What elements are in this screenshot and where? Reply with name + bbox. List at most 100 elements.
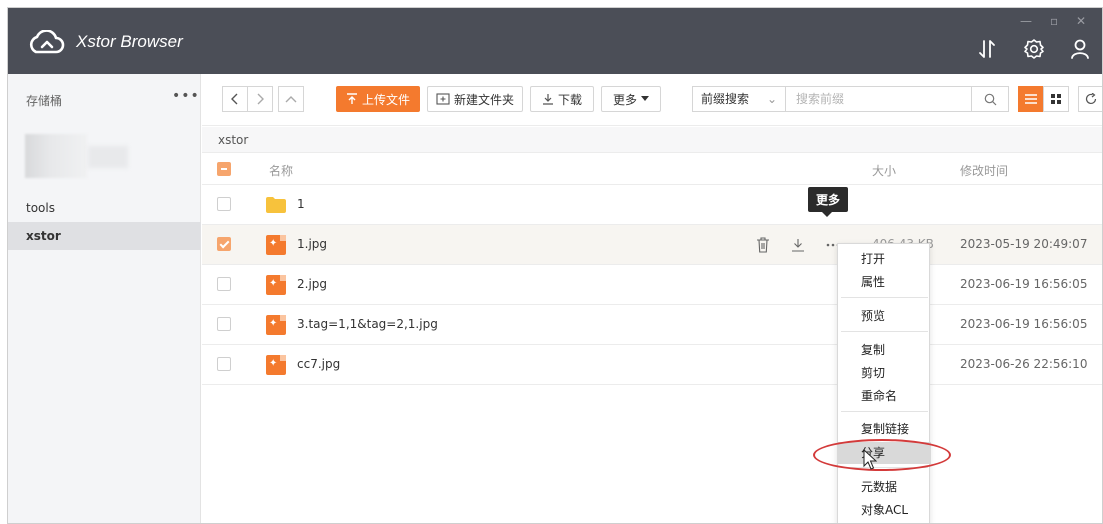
blurred-bucket-item-2: [88, 146, 128, 168]
file-name[interactable]: cc7.jpg: [297, 357, 340, 371]
new-folder-label: 新建文件夹: [453, 92, 514, 107]
menu-item-properties[interactable]: 属性: [838, 271, 931, 293]
search-icon: [984, 93, 996, 105]
table-row[interactable]: ✦ 3.tag=1,1&tag=2,1.jpg 2023-06-19 16:56…: [202, 305, 1102, 345]
table-row[interactable]: ✦ 1.jpg 406.43 KB 2023-05-19 20:49:07: [202, 225, 1102, 265]
menu-separator: [841, 331, 928, 332]
table-row[interactable]: 1: [202, 185, 1102, 225]
app-window: Xstor Browser — ▫ ✕ 存储桶 ••• tools xstor: [7, 7, 1103, 524]
refresh-icon: [1085, 93, 1097, 105]
sidebar-more-button[interactable]: •••: [172, 88, 200, 104]
search-button[interactable]: [971, 86, 1009, 112]
toolbar: 上传文件 新建文件夹 下载 更多 前缀搜索 ⌄: [202, 74, 1102, 126]
file-modified: 2023-06-19 16:56:05: [960, 277, 1088, 291]
search-mode-value: 前缀搜索: [701, 92, 750, 106]
select-all-checkbox[interactable]: [217, 162, 231, 176]
menu-item-open[interactable]: 打开: [838, 248, 931, 270]
file-image-icon: ✦: [266, 275, 286, 295]
close-button[interactable]: ✕: [1076, 14, 1086, 28]
chevron-right-icon: [257, 93, 264, 105]
mouse-cursor-icon: [863, 449, 877, 470]
menu-item-copy-link[interactable]: 复制链接: [838, 418, 931, 440]
upload-icon: [346, 93, 357, 104]
cloud-logo-icon: [29, 30, 65, 54]
column-header-modified[interactable]: 修改时间: [960, 162, 1008, 179]
menu-item-copy[interactable]: 复制: [838, 339, 931, 361]
delete-button[interactable]: [754, 236, 772, 254]
file-image-icon: ✦: [266, 315, 286, 335]
file-name[interactable]: 1.jpg: [297, 237, 327, 251]
up-button[interactable]: [278, 86, 304, 112]
upload-file-button[interactable]: 上传文件: [336, 86, 420, 112]
blurred-bucket-item: [25, 134, 87, 178]
more-dropdown-label: 更多: [612, 92, 637, 107]
maximize-button[interactable]: ▫: [1050, 14, 1058, 28]
download-icon: [542, 94, 553, 105]
user-icon[interactable]: [1069, 38, 1091, 60]
more-dropdown-button[interactable]: 更多: [601, 86, 661, 112]
row-download-button[interactable]: [789, 236, 807, 254]
grid-view-button[interactable]: [1043, 86, 1069, 112]
trash-icon: [757, 237, 769, 253]
file-name[interactable]: 1: [297, 197, 305, 211]
menu-item-cut[interactable]: 剪切: [838, 362, 931, 384]
download-icon: [792, 239, 804, 252]
sidebar: 存储桶 ••• tools xstor: [8, 74, 201, 523]
file-modified: 2023-06-26 22:56:10: [960, 357, 1088, 371]
minimize-button[interactable]: —: [1020, 14, 1032, 28]
table-row[interactable]: ✦ cc7.jpg 2023-06-26 22:56:10: [202, 345, 1102, 385]
search-input[interactable]: [785, 86, 972, 112]
download-button[interactable]: 下载: [530, 86, 594, 112]
row-checkbox[interactable]: [217, 237, 231, 251]
download-label: 下载: [557, 92, 582, 107]
list-view-icon: [1025, 94, 1037, 104]
column-header-size[interactable]: 大小: [872, 162, 896, 179]
menu-item-metadata[interactable]: 元数据: [838, 476, 931, 498]
back-button[interactable]: [222, 86, 248, 112]
menu-item-preview[interactable]: 预览: [838, 305, 931, 327]
row-checkbox[interactable]: [217, 277, 231, 291]
context-menu: 打开 属性 预览 复制 剪切 重命名 复制链接 分享 元数据 对象ACL: [837, 243, 931, 523]
view-toggle-group: [1018, 86, 1069, 112]
folder-icon: [266, 197, 286, 213]
new-folder-icon: [436, 93, 450, 105]
chevron-left-icon: [231, 93, 238, 105]
nav-group: [222, 86, 304, 112]
chevron-down-icon: ⌄: [766, 92, 777, 106]
file-name[interactable]: 2.jpg: [297, 277, 327, 291]
annotation-highlight: [813, 439, 951, 471]
file-modified: 2023-05-19 20:49:07: [960, 237, 1088, 251]
grid-view-icon: [1051, 94, 1061, 104]
refresh-button[interactable]: [1078, 86, 1102, 112]
more-tooltip: 更多: [808, 187, 849, 217]
app-title: Xstor Browser: [76, 32, 183, 51]
menu-separator: [841, 411, 928, 412]
menu-separator: [841, 297, 928, 298]
sidebar-item-xstor[interactable]: xstor: [8, 222, 201, 250]
row-checkbox[interactable]: [217, 197, 231, 211]
upload-file-label: 上传文件: [361, 92, 410, 107]
breadcrumb: xstor: [202, 127, 1102, 153]
search-mode-select[interactable]: 前缀搜索 ⌄: [692, 86, 786, 112]
row-checkbox[interactable]: [217, 357, 231, 371]
table-row[interactable]: ✦ 2.jpg 2023-06-19 16:56:05: [202, 265, 1102, 305]
table-header: 名称 大小 修改时间: [202, 153, 1102, 185]
bucket-list-title: 存储桶: [26, 94, 63, 108]
menu-item-object-acl[interactable]: 对象ACL: [838, 499, 931, 521]
title-bar: Xstor Browser — ▫ ✕: [8, 8, 1102, 74]
settings-icon[interactable]: [1023, 38, 1045, 60]
column-header-name[interactable]: 名称: [269, 162, 293, 179]
list-view-button[interactable]: [1018, 86, 1044, 112]
new-folder-button[interactable]: 新建文件夹: [427, 86, 523, 112]
file-image-icon: ✦: [266, 355, 286, 375]
chevron-up-icon: [285, 96, 297, 103]
row-checkbox[interactable]: [217, 317, 231, 331]
caret-down-icon: [641, 96, 649, 101]
transfer-icon[interactable]: [976, 38, 998, 60]
menu-item-rename[interactable]: 重命名: [838, 385, 931, 407]
file-name[interactable]: 3.tag=1,1&tag=2,1.jpg: [297, 317, 438, 331]
sidebar-item-tools[interactable]: tools: [8, 194, 201, 222]
breadcrumb-item-xstor[interactable]: xstor: [218, 133, 248, 147]
file-modified: 2023-06-19 16:56:05: [960, 317, 1088, 331]
forward-button[interactable]: [247, 86, 273, 112]
